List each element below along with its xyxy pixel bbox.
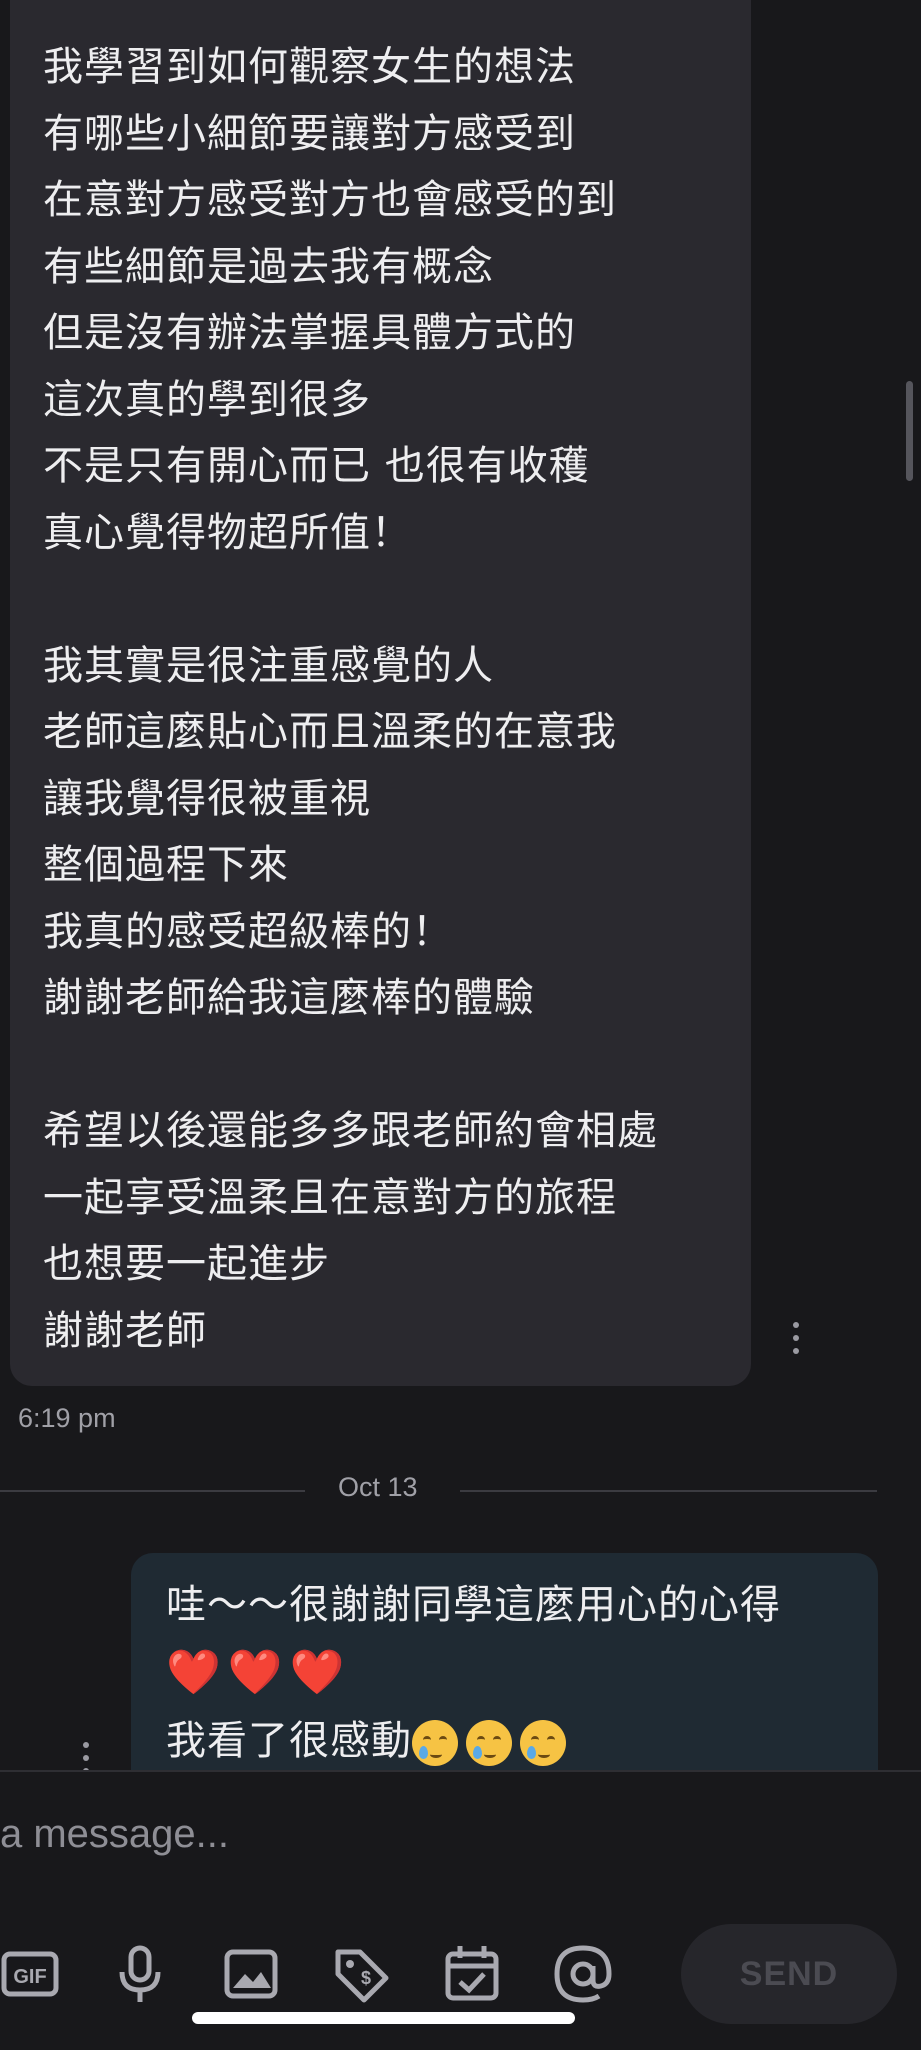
message-line: 希望以後還能多多跟老師約會相處 xyxy=(43,1108,658,1154)
microphone-icon[interactable] xyxy=(108,1942,172,2006)
crying-face-icon xyxy=(412,1720,458,1766)
message-line: 謝謝老師給我這麼棒的體驗 xyxy=(43,975,535,1021)
message-line: 整個過程下來 xyxy=(43,842,289,888)
outgoing-message-bubble: 哇～～很謝謝同學這麼用心的心得 ❤️ ❤️ ❤️ 我看了很感動 xyxy=(131,1553,878,1793)
at-sign-icon[interactable] xyxy=(551,1942,615,2006)
message-line: 老師這麼貼心而且溫柔的在意我 xyxy=(43,709,617,755)
message-line: 我真的感受超級棒的！ xyxy=(43,908,453,955)
price-tag-icon[interactable]: $ xyxy=(330,1942,394,2006)
send-button[interactable]: SEND xyxy=(681,1924,897,2024)
message-timestamp: 6:19 pm xyxy=(18,1403,116,1433)
message-line: 這次真的學到很多 xyxy=(43,376,371,423)
message-line xyxy=(43,566,658,633)
calendar-check-icon[interactable] xyxy=(440,1942,504,2006)
message-line: 在意對方感受對方也會感受的到 xyxy=(43,177,617,223)
image-icon[interactable] xyxy=(219,1942,283,2006)
message-line: 也想要一起進步 xyxy=(43,1241,330,1287)
crying-face-icon xyxy=(466,1720,512,1766)
red-heart-emoji: ❤️ xyxy=(227,1647,284,1698)
message-line: 有些細節是過去我有概念 xyxy=(43,243,494,290)
date-divider-label: Oct 13 xyxy=(338,1472,418,1502)
hearts-line: ❤️ ❤️ ❤️ xyxy=(166,1639,781,1707)
scrollbar-thumb[interactable] xyxy=(906,381,913,481)
message-line: 一起享受溫柔且在意對方的旅程 xyxy=(43,1174,617,1221)
message-input[interactable] xyxy=(0,1804,600,1864)
gif-icon[interactable]: GIF xyxy=(0,1942,62,2006)
message-line: 謝謝老師 xyxy=(43,1307,207,1354)
red-heart-emoji: ❤️ xyxy=(166,1647,222,1698)
message-composer: GIF $ xyxy=(0,1770,921,2050)
incoming-message-text: 我學習到如何觀察女生的想法 有哪些小細節要讓對方感受到 在意對方感受對方也會感受… xyxy=(43,34,658,1364)
message-options-icon[interactable] xyxy=(792,1322,800,1354)
date-divider-line-right xyxy=(460,1490,877,1492)
home-indicator[interactable] xyxy=(192,2012,575,2024)
message-line xyxy=(43,1032,658,1099)
message-line: 讓我覺得很被重視 xyxy=(43,775,371,822)
message-line: 有哪些小細節要讓對方感受到 xyxy=(43,110,576,157)
incoming-message-bubble: 我學習到如何觀察女生的想法 有哪些小細節要讓對方感受到 在意對方感受對方也會感受… xyxy=(10,0,751,1386)
message-line: 哇～～很謝謝同學這麼用心的心得 xyxy=(166,1582,781,1628)
svg-text:GIF: GIF xyxy=(13,1966,46,1988)
message-line: 我其實是很注重感覺的人 xyxy=(43,642,494,689)
svg-text:$: $ xyxy=(361,1968,371,1988)
message-text: 我看了很感動 xyxy=(166,1718,412,1764)
outgoing-message-text: 哇～～很謝謝同學這麼用心的心得 ❤️ ❤️ ❤️ 我看了很感動 xyxy=(166,1571,781,1775)
message-line: 真心覺得物超所值！ xyxy=(43,509,412,556)
message-line: 我看了很感動 xyxy=(166,1707,781,1775)
message-line: 不是只有開心而已 也很有收穫 xyxy=(43,443,590,489)
date-divider-line-left xyxy=(0,1490,305,1492)
crying-face-icon xyxy=(520,1720,566,1766)
message-line: 我學習到如何觀察女生的想法 xyxy=(43,44,576,90)
message-line: 但是沒有辦法掌握具體方式的 xyxy=(43,310,576,356)
red-heart-emoji: ❤️ xyxy=(289,1647,346,1698)
